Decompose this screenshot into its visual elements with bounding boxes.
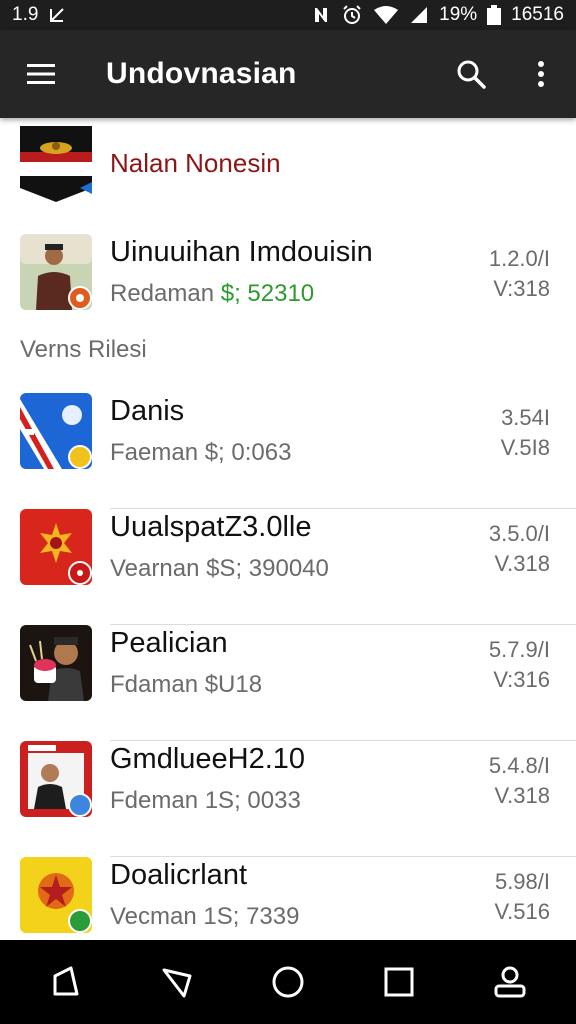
app-meta: 3.54I V.5I8 [501, 403, 550, 463]
battery-percent: 19% [439, 4, 478, 25]
app-subtitle: Vearnan $S; 390040 [110, 555, 329, 582]
flag-emblem-icon [20, 126, 92, 204]
list-item[interactable]: GmdlueeH2.10 Fdeman 1S; 0033 5.4.8/I V.3… [0, 741, 576, 857]
app-bar: Undovnasian [0, 30, 576, 118]
app-meta: 5.98/I V.516 [495, 867, 550, 927]
app-subtitle: Vecman 1S; 7339 [110, 903, 300, 930]
app-icon-person [20, 234, 92, 310]
list-item-top-app[interactable]: Uinuuihan Imdouisin Redaman $; 52310 1.2… [0, 234, 576, 350]
status-time: 16516 [511, 4, 564, 25]
back-icon [53, 966, 79, 996]
app-meta-top: 5.7.9/I [488, 637, 550, 662]
app-meta-top: 5.4.8/I [488, 753, 550, 778]
nfc-icon [311, 5, 331, 25]
app-meta: 1.2.0/I V:318 [489, 244, 550, 304]
app-meta-bottom: V.318 [494, 551, 550, 576]
app-icon-blue-diagonal [20, 393, 92, 469]
status-left: 1.9 [12, 4, 66, 26]
app-meta-bottom: V:316 [493, 667, 550, 692]
app-title-text: Danis [110, 395, 185, 427]
app-sub-price: $; 52310 [220, 280, 315, 307]
overflow-menu-button[interactable] [506, 30, 576, 118]
more-vert-icon [538, 61, 544, 87]
menu-button[interactable] [0, 30, 82, 118]
list-item[interactable]: UualspatZ3.0lle Vearnan $S; 390040 3.5.0… [0, 509, 576, 625]
app-title: Undovnasian [106, 57, 297, 90]
nav-recents-button[interactable] [363, 946, 435, 1018]
menu-icon [27, 64, 55, 84]
app-icon-portrait [20, 625, 92, 701]
app-title-text: GmdlueeH2.10 [110, 743, 306, 775]
app-subtitle: Fdeman 1S; 0033 [110, 787, 301, 814]
list-item[interactable]: Doalicrlant Vecman 1S; 7339 5.98/I V.516 [0, 857, 576, 940]
app-meta-bottom: V.516 [494, 899, 550, 924]
app-meta-top: 3.54I [501, 405, 550, 430]
app-subtitle: Fdaman $U18 [110, 671, 263, 698]
app-meta-bottom: V.318 [494, 783, 550, 808]
app-meta-top: 3.5.0/I [488, 521, 550, 546]
app-bar-actions [436, 30, 576, 118]
app-meta: 5.4.8/I V.318 [489, 751, 550, 811]
section-header: Verns Rilesi [20, 336, 147, 363]
status-left-text: 1.9 [12, 4, 39, 25]
featured-name: Nalan Nonesin [110, 148, 281, 178]
user-icon [494, 966, 526, 998]
battery-icon [487, 5, 502, 25]
cell-signal-icon [409, 5, 429, 25]
app-icon-framed-portrait [20, 741, 92, 817]
app-meta-top: 1.2.0/I [488, 246, 550, 271]
nav-user-button[interactable] [474, 946, 546, 1018]
app-list: Nalan Nonesin Uinuuihan Imdouisin Redama… [0, 118, 576, 940]
app-meta: 3.5.0/I V.318 [489, 519, 550, 579]
app-meta-bottom: V:318 [493, 276, 550, 301]
app-sub-label: Redaman [110, 280, 215, 307]
app-title-text: Doalicrlant [110, 859, 247, 891]
app-title-text: Pealician [110, 627, 228, 659]
search-icon [457, 60, 486, 89]
wifi-icon [373, 5, 399, 25]
list-item[interactable]: Pealician Fdaman $U18 5.7.9/I V:316 [0, 625, 576, 741]
signal-notification-icon [48, 6, 66, 24]
nav-back-button[interactable] [30, 946, 102, 1018]
status-right: 19% 16516 [311, 4, 564, 26]
alarm-icon [341, 4, 363, 26]
list-item[interactable]: Danis Faeman $; 0:063 3.54I V.5I8 [0, 393, 576, 509]
app-subtitle: Faeman $; 0:063 [110, 439, 292, 466]
app-meta-top: 5.98/I [494, 869, 550, 894]
app-icon-red-emblem [20, 509, 92, 585]
app-title-text: UualspatZ3.0lle [110, 511, 312, 543]
status-bar: 1.9 19% 16516 [0, 0, 576, 30]
search-button[interactable] [436, 30, 506, 118]
navigation-bar [0, 940, 576, 1024]
home-icon [272, 966, 304, 998]
app-meta-bottom: V.5I8 [500, 435, 550, 460]
triangle-icon [162, 968, 192, 998]
app-meta: 5.7.9/I V:316 [489, 635, 550, 695]
nav-home-button[interactable] [252, 946, 324, 1018]
app-subtitle: Redaman $; 52310 [110, 280, 314, 308]
app-icon-yellow-emblem [20, 857, 92, 933]
square-icon [384, 967, 414, 997]
app-title-text: Uinuuihan Imdouisin [110, 236, 373, 268]
featured-item[interactable]: Nalan Nonesin [0, 118, 576, 210]
nav-triangle-button[interactable] [141, 946, 213, 1018]
